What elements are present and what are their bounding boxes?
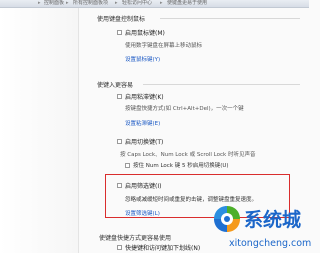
breadcrumb-separator: ▸ [66,0,69,6]
underline-shortcuts-label: 快捷键和访问键加下划线(N) [125,245,201,252]
xitongcheng-watermark: 系统城 xitongcheng.com [212,202,312,253]
toggle-keys-label: 启用切换键(T) [125,139,164,146]
section-header-typing: 使键入更容易 [97,82,134,89]
toggle-keys-numlock-label: 按住 Num Lock 键 5 秒启用切换键(U) [133,163,229,169]
breadcrumb-current-page: 使键盘更易于使用 [167,0,208,6]
breadcrumb-separator: ▸ [160,0,163,6]
toggle-keys-checkbox[interactable] [117,139,122,144]
watermark-logo-icon [214,206,240,232]
mouse-keys-description: 使用数字键盘在屏幕上移动鼠标 [125,43,203,49]
setup-mouse-keys-link[interactable]: 设置鼠标键(Y) [125,55,160,63]
mouse-keys-label: 启用鼠标键(M) [125,30,165,37]
breadcrumb-separator: ▸ [38,0,41,6]
breadcrumb-separator: ▸ [115,0,118,6]
left-navigation-pane [0,8,79,253]
mouse-keys-checkbox[interactable] [117,30,122,35]
sticky-keys-description: 按键盘快捷方式(如 Ctrl+Alt+Del)，一次一个键 [125,106,244,112]
underline-shortcuts-checkbox[interactable] [117,245,122,250]
setup-sticky-keys-link[interactable]: 设置粘滞键(E) [125,119,160,127]
watermark-brand: 系统城 [244,209,302,231]
breadcrumb-bar: ▸ 控制面板 ▸ 所有控制面板项 ▸ 轻松访问中心 ▸ 使键盘更易于使用 [0,0,309,8]
breadcrumb-control-panel[interactable]: 控制面板 [44,0,64,7]
section-header-shortcuts: 使键盘快捷方式更容易使用 [99,235,172,242]
filter-keys-label: 启用筛选键(I) [125,183,162,190]
sticky-keys-checkbox[interactable] [117,94,122,99]
toggle-keys-description: 按 Caps Lock、Num Lock 或 Scroll Lock 时听见声音 [120,152,256,158]
breadcrumb-all-items[interactable]: 所有控制面板项 [73,0,108,7]
toggle-keys-numlock-checkbox[interactable] [125,163,130,168]
filter-keys-checkbox[interactable] [117,183,122,188]
setup-filter-keys-link[interactable]: 设置筛选键(L) [125,209,160,217]
watermark-domain: xitongcheng.com [229,238,312,249]
breadcrumb-ease-of-access[interactable]: 轻松访问中心 [122,0,152,7]
section-header-mouse: 使用键盘控制鼠标 [97,16,146,23]
section-divider [160,18,300,19]
sticky-keys-label: 启用粘滞键(K) [125,94,164,101]
section-divider [143,84,300,85]
